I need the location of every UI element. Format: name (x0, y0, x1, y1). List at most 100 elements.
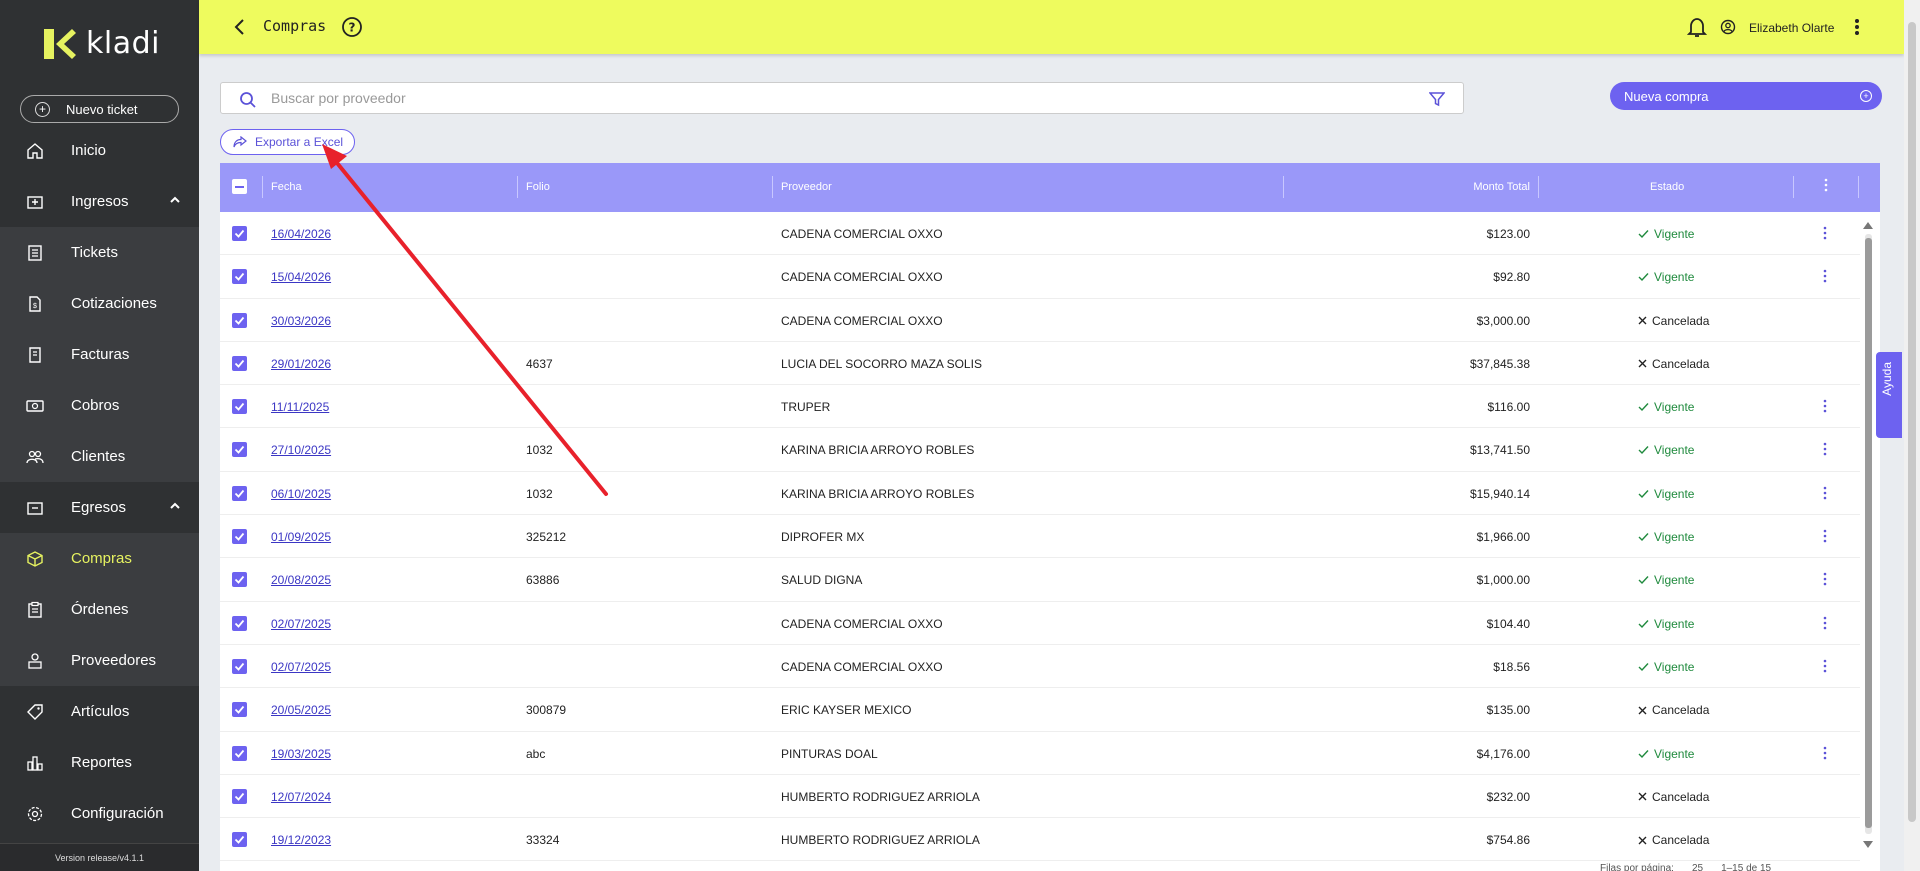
column-header-monto[interactable]: Monto Total (1420, 181, 1530, 193)
table-row[interactable]: 15/04/2026 CADENA COMERCIAL OXXO $92.80 Vig… (220, 255, 1860, 299)
table-row[interactable]: 11/11/2025 TRUPER $116.00 Vigente (220, 385, 1860, 429)
row-checkbox[interactable] (232, 832, 247, 848)
more-vertical-icon[interactable] (1823, 442, 1827, 456)
select-all-checkbox[interactable] (232, 179, 247, 194)
column-separator[interactable] (1538, 176, 1539, 198)
row-checkbox[interactable] (232, 485, 247, 501)
table-row[interactable]: 02/07/2025 CADENA COMERCIAL OXXO $18.56 Vig… (220, 645, 1860, 689)
table-scrollbar[interactable] (1861, 220, 1875, 850)
sidebar-item-facturas[interactable]: Facturas (0, 329, 199, 380)
column-separator[interactable] (1858, 176, 1859, 198)
table-row[interactable]: 30/03/2026 CADENA COMERCIAL OXXO $3,000.00… (220, 299, 1860, 342)
table-row[interactable]: 20/05/2025 300879 ERIC KAYSER MEXICO $135.0… (220, 688, 1860, 732)
new-ticket-button[interactable]: + Nuevo ticket (20, 95, 179, 123)
row-checkbox[interactable] (232, 615, 247, 631)
row-date-link[interactable]: 12/07/2024 (271, 790, 331, 804)
row-checkbox[interactable] (232, 702, 247, 718)
sidebar-item-articulos[interactable]: Artículos (0, 686, 199, 737)
row-date-link[interactable]: 01/09/2025 (271, 530, 331, 544)
more-vertical-icon[interactable] (1854, 17, 1860, 37)
table-row[interactable]: 12/07/2024 HUMBERTO RODRIGUEZ ARRIOLA $232… (220, 775, 1860, 819)
row-date-link[interactable]: 20/05/2025 (271, 703, 331, 717)
sidebar-item-inicio[interactable]: Inicio (0, 125, 199, 176)
more-vertical-icon[interactable] (1823, 746, 1827, 760)
sidebar-item-reportes[interactable]: Reportes (0, 737, 199, 788)
search-input[interactable] (271, 88, 1371, 108)
table-row[interactable]: 01/09/2025 325212 DIPROFER MX $1,966.00 Vige… (220, 515, 1860, 559)
column-header-proveedor[interactable]: Proveedor (781, 181, 832, 193)
table-row[interactable]: 02/07/2025 CADENA COMERCIAL OXXO $104.40 Vi… (220, 602, 1860, 645)
table-row[interactable]: 29/01/2026 4637 LUCIA DEL SOCORRO MAZA SOL… (220, 342, 1860, 386)
more-vertical-icon[interactable] (1823, 616, 1827, 630)
row-checkbox[interactable] (232, 658, 247, 674)
sidebar-item-ordenes[interactable]: Órdenes (0, 584, 199, 635)
table-row[interactable]: 16/04/2026 CADENA COMERCIAL OXXO $123.00 Vi… (220, 212, 1860, 256)
user-name[interactable]: Elizabeth Olarte (1749, 21, 1834, 35)
back-arrow-icon[interactable] (231, 17, 249, 37)
more-vertical-icon[interactable] (1823, 529, 1827, 543)
sidebar-item-egresos[interactable]: Egresos (0, 482, 199, 533)
user-avatar-icon[interactable] (1720, 19, 1736, 35)
scroll-down-icon[interactable] (1862, 840, 1874, 850)
row-date-link[interactable]: 27/10/2025 (271, 443, 331, 457)
row-checkbox[interactable] (232, 572, 247, 588)
sidebar-item-clientes[interactable]: Clientes (0, 431, 199, 482)
row-checkbox[interactable] (232, 529, 247, 545)
sidebar-item-proveedores[interactable]: Proveedores (0, 635, 199, 686)
sidebar-item-cobros[interactable]: Cobros (0, 380, 199, 431)
column-header-fecha[interactable]: Fecha (271, 181, 302, 193)
new-purchase-button[interactable]: Nueva compra + (1610, 82, 1882, 110)
table-row[interactable]: 20/08/2025 63886 SALUD DIGNA $1,000.00 Vigen… (220, 558, 1860, 602)
brand-logo[interactable]: kladi (44, 26, 160, 61)
more-vertical-icon[interactable] (1823, 572, 1827, 586)
row-checkbox[interactable] (232, 442, 247, 458)
more-vertical-icon[interactable] (1823, 399, 1827, 413)
rows-per-page-select[interactable]: 25 (1692, 863, 1703, 871)
row-checkbox[interactable] (232, 788, 247, 804)
page-scroll-thumb[interactable] (1908, 22, 1916, 822)
bell-icon[interactable] (1687, 16, 1707, 38)
more-vertical-icon[interactable] (1824, 178, 1828, 192)
row-date-link[interactable]: 16/04/2026 (271, 227, 331, 241)
sidebar-item-cotizaciones[interactable]: $ Cotizaciones (0, 278, 199, 329)
row-date-link[interactable]: 11/11/2025 (271, 400, 329, 414)
row-checkbox[interactable] (232, 399, 247, 415)
row-checkbox[interactable] (232, 226, 247, 241)
page-scrollbar[interactable] (1904, 0, 1920, 871)
scroll-up-icon[interactable] (1862, 220, 1874, 230)
more-vertical-icon[interactable] (1823, 226, 1827, 240)
row-checkbox[interactable] (232, 269, 247, 285)
scroll-thumb[interactable] (1865, 238, 1872, 828)
more-vertical-icon[interactable] (1823, 659, 1827, 673)
column-separator[interactable] (1283, 176, 1284, 198)
row-date-link[interactable]: 29/01/2026 (271, 357, 331, 371)
table-row[interactable]: 19/03/2025 abc PINTURAS DOAL $4,176.00 Vigen… (220, 732, 1860, 775)
column-separator[interactable] (262, 176, 263, 198)
help-tab[interactable]: Ayuda (1876, 352, 1902, 438)
more-vertical-icon[interactable] (1823, 269, 1827, 283)
row-date-link[interactable]: 19/12/2023 (271, 833, 331, 847)
table-row[interactable]: 06/10/2025 1032 KARINA BRICIA ARROYO ROBLE… (220, 472, 1860, 516)
row-date-link[interactable]: 02/07/2025 (271, 617, 331, 631)
row-checkbox[interactable] (232, 312, 247, 328)
sidebar-item-configuracion[interactable]: Configuración (0, 788, 199, 839)
row-date-link[interactable]: 15/04/2026 (271, 270, 331, 284)
row-date-link[interactable]: 02/07/2025 (271, 660, 331, 674)
column-separator[interactable] (772, 176, 773, 198)
export-excel-button[interactable]: Exportar a Excel (220, 129, 355, 155)
sidebar-item-compras[interactable]: Compras (0, 533, 199, 584)
column-header-estado[interactable]: Estado (1650, 181, 1684, 193)
column-separator[interactable] (517, 176, 518, 198)
column-separator[interactable] (1793, 176, 1794, 198)
sidebar-item-ingresos[interactable]: Ingresos (0, 176, 199, 227)
sidebar-item-tickets[interactable]: Tickets (0, 227, 199, 278)
row-date-link[interactable]: 30/03/2026 (271, 314, 331, 328)
row-date-link[interactable]: 19/03/2025 (271, 747, 331, 761)
help-icon[interactable]: ? (341, 16, 363, 38)
table-row[interactable]: 27/10/2025 1032 KARINA BRICIA ARROYO ROBLE… (220, 428, 1860, 472)
more-vertical-icon[interactable] (1823, 486, 1827, 500)
table-row[interactable]: 19/12/2023 33324 HUMBERTO RODRIGUEZ ARRIOL… (220, 818, 1860, 862)
row-checkbox[interactable] (232, 745, 247, 761)
row-date-link[interactable]: 06/10/2025 (271, 487, 331, 501)
row-date-link[interactable]: 20/08/2025 (271, 573, 331, 587)
